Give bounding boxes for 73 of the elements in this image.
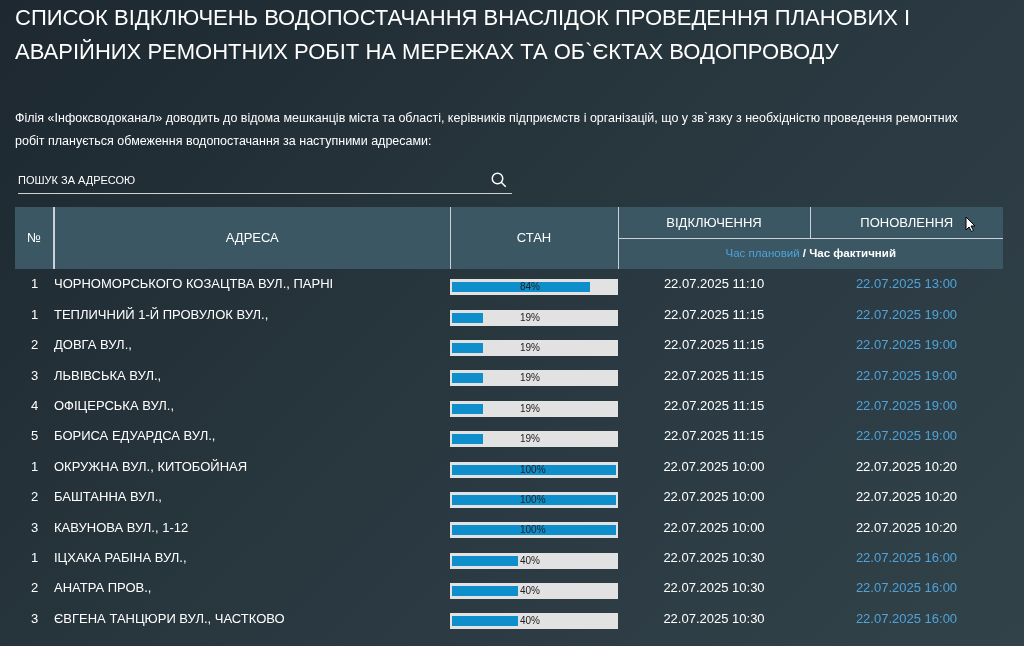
table-cell-text: 3 [29, 518, 40, 537]
table-cell: АНАТРА ПРОВ., [54, 572, 450, 604]
table-cell: 2 [15, 572, 54, 604]
table-cell-text: 2 [29, 488, 40, 507]
table-cell-text: 22.07.2025 10:20 [854, 518, 959, 537]
column-header: ПОНОВЛЕННЯ [810, 207, 1003, 238]
column-header: СТАН [450, 207, 618, 269]
table-cell: ТЕПЛИЧНИЙ 1-Й ПРОВУЛОК ВУЛ., [54, 299, 450, 330]
table-cell: 22.07.2025 10:30 [618, 603, 810, 634]
intro-paragraph: Філія «Інфоксводоканал» доводить до відома мешканців міста та області, керівників підприємств і організацій, що у зв`язку з необхідністю проведення ремонтних робіт планується обмеження водопостачання за наступними адресами: [15, 110, 959, 150]
table-cell: 22.07.2025 10:30 [618, 572, 810, 604]
table-cell-text: 1 [29, 548, 40, 567]
table-cell-text: 22.07.2025 16:00 [854, 609, 959, 628]
table-cell: 3 [15, 603, 54, 634]
table-cell: 22.07.2025 11:15 [618, 420, 810, 452]
table-cell: 22.07.2025 11:15 [618, 360, 810, 391]
table-cell: 22.07.2025 10:00 [618, 512, 810, 543]
table-cell: 1 [15, 451, 54, 482]
table-cell: 22.07.2025 10:00 [618, 451, 810, 482]
table-cell: 3 [15, 360, 54, 391]
search-icon[interactable] [490, 171, 508, 189]
column-header: АДРЕСА [54, 207, 450, 269]
table-cell: 22.07.2025 11:15 [618, 390, 810, 421]
table-cell-text: 22.07.2025 10:20 [854, 488, 959, 507]
table-cell: БОРИСА ЕДУАРДСА ВУЛ., [54, 420, 450, 452]
progress-label: 84% [520, 280, 540, 295]
progress-label: 19% [520, 340, 540, 355]
progress-label: 19% [520, 371, 540, 386]
progress-label: 100% [520, 462, 546, 477]
column-header: № [15, 207, 54, 269]
table-cell: 22.07.2025 11:15 [618, 329, 810, 361]
table-cell: 22.07.2025 13:00 [810, 269, 1003, 300]
table-cell-text: 22.07.2025 19:00 [854, 366, 959, 385]
table-cell-text: 22.07.2025 19:00 [854, 397, 959, 415]
progress-label: 40% [520, 553, 540, 568]
table-cell: ЄВГЕНА ТАНЦЮРИ ВУЛ., ЧАСТКОВО [54, 603, 450, 634]
cursor-icon [964, 216, 976, 232]
table-cell: ЧОРНОМОРСЬКОГО КОЗАЦТВА ВУЛ., ПАРНІ [54, 269, 450, 300]
table-cell: БАШТАННА ВУЛ., [54, 481, 450, 513]
table-cell: 1 [15, 299, 54, 330]
table-cell-text: 22.07.2025 19:00 [854, 336, 959, 355]
table-cell: 4 [15, 390, 54, 421]
column-header: ВІДКЛЮЧЕННЯ [618, 207, 810, 238]
table-cell: 22.07.2025 10:30 [618, 542, 810, 573]
table-cell-text: 22.07.2025 16:00 [854, 579, 959, 598]
table-cell: ЛЬВІВСЬКА ВУЛ., [54, 360, 450, 391]
table-cell-text: 5 [29, 427, 40, 446]
table-cell-text: 22.07.2025 10:20 [854, 457, 959, 476]
table-cell: КАВУНОВА ВУЛ., 1-12 [54, 512, 450, 543]
progress-label: 40% [520, 584, 540, 599]
table-cell: ОФІЦЕРСЬКА ВУЛ., [54, 390, 450, 421]
table-cell: 22.07.2025 11:15 [618, 299, 810, 330]
table-cell: ІЦХАКА РАБІНА ВУЛ., [54, 542, 450, 573]
search-field[interactable]: ПОШУК ЗА АДРЕСОЮ [18, 167, 512, 194]
legend-planned: Час плановий [725, 247, 800, 260]
progress-label: 19% [520, 401, 540, 416]
table-cell: 1 [15, 269, 54, 300]
progress-label: 100% [520, 492, 546, 507]
table-cell-text: 22.07.2025 19:00 [854, 305, 959, 324]
table-cell-text: 22.07.2025 16:00 [854, 548, 959, 567]
table-cell: ОКРУЖНА ВУЛ., КИТОБОЙНАЯ [54, 451, 450, 482]
legend-actual: Час фактичний [809, 247, 896, 260]
table-cell: ДОВГА ВУЛ., [54, 329, 450, 361]
legend-separator: / [802, 247, 806, 260]
table-cell: 22.07.2025 10:00 [618, 481, 810, 513]
table-cell-text: 22.07.2025 19:00 [854, 427, 959, 446]
progress-label: 100% [520, 523, 546, 538]
progress-label: 40% [520, 614, 540, 629]
progress-label: 19% [520, 310, 540, 325]
table-cell: 2 [15, 329, 54, 361]
page-title: СПИСОК ВІДКЛЮЧЕНЬ ВОДОПОСТАЧАННЯ ВНАСЛІДОК ПРОВЕДЕННЯ ПЛАНОВИХ І АВАРІЙНИХ РЕМОНТНИХ РОБІТ НА МЕРЕЖАХ ТА ОБ`ЄКТАХ ВОДОПРОВОДУ [15, 4, 912, 66]
progress-label: 19% [520, 432, 540, 447]
table-cell: 22.07.2025 11:10 [618, 269, 810, 300]
